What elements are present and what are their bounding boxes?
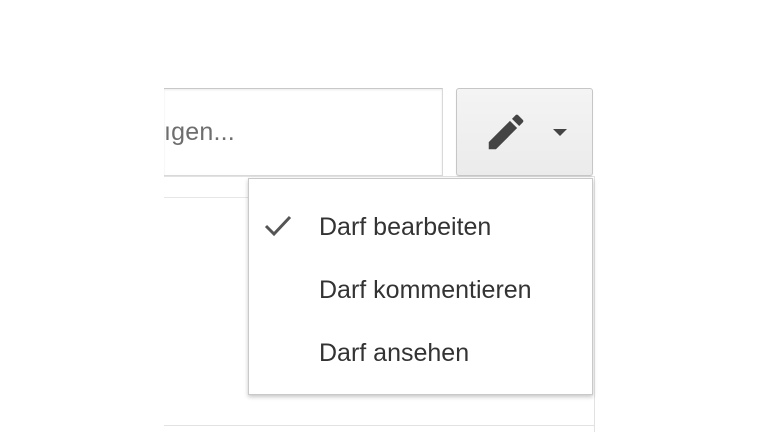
chevron-down-icon	[553, 129, 567, 136]
pencil-icon	[488, 114, 524, 150]
permission-menu: Darf bearbeiten Darf kommentieren Darf a…	[248, 178, 593, 395]
menu-item-can-comment[interactable]: Darf kommentieren	[249, 262, 592, 316]
menu-item-label: Darf bearbeiten	[319, 213, 492, 241]
share-dialog-fragment: ıgen... Darf bearbeiten Darf kommentiere…	[0, 0, 768, 432]
people-input[interactable]: ıgen...	[164, 88, 443, 176]
panel-bottom-divider	[164, 425, 595, 426]
menu-item-label: Darf ansehen	[319, 339, 470, 367]
panel-divider	[164, 197, 250, 198]
permission-dropdown-button[interactable]	[456, 88, 593, 176]
menu-item-can-view[interactable]: Darf ansehen	[249, 325, 592, 379]
menu-item-label: Darf kommentieren	[319, 276, 532, 304]
check-icon	[264, 215, 292, 237]
people-input-text: ıgen...	[164, 118, 235, 146]
menu-item-can-edit[interactable]: Darf bearbeiten	[249, 199, 592, 253]
